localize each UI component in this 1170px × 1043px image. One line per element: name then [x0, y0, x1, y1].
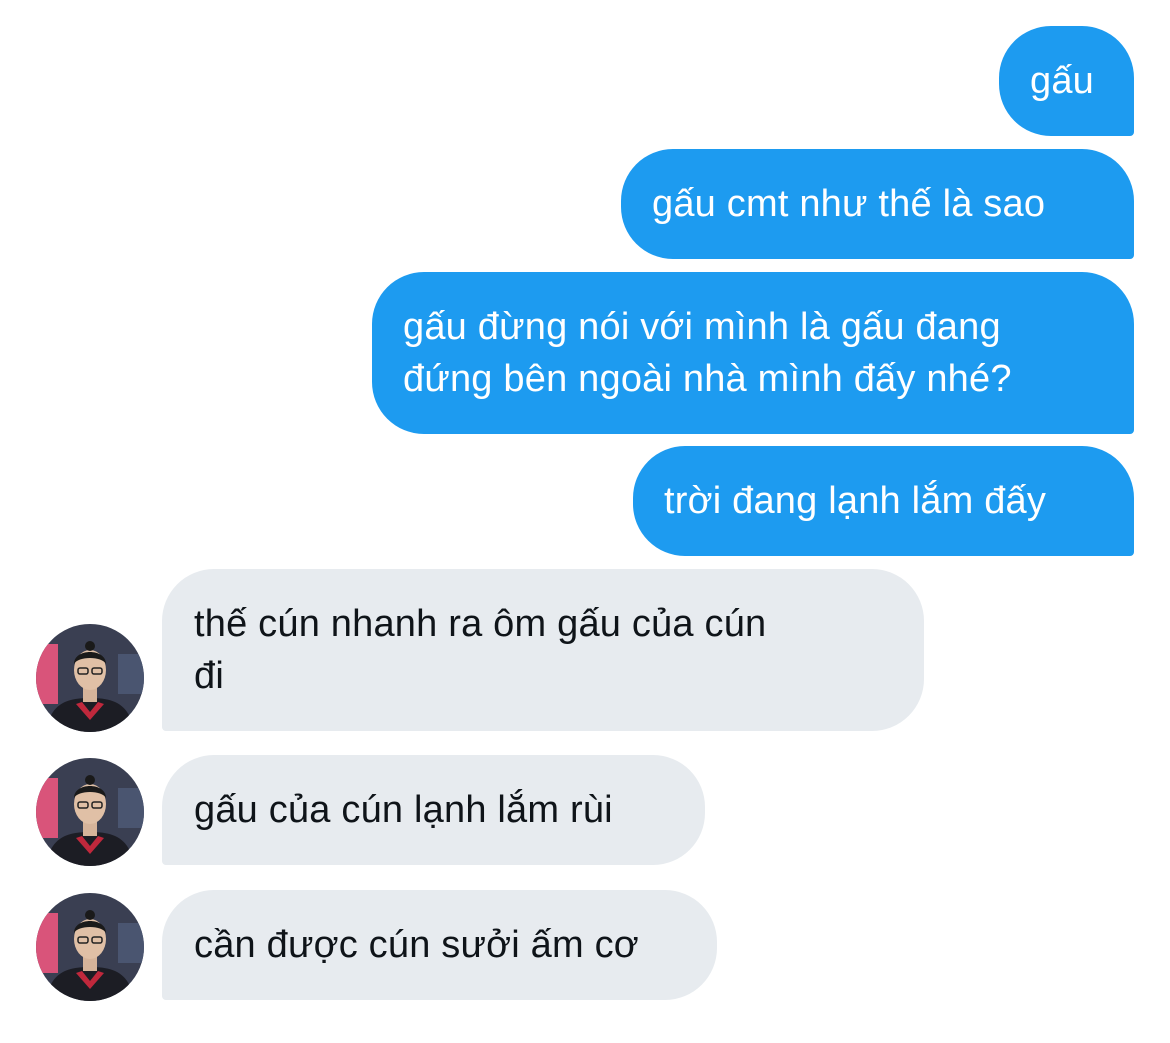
avatar-photo-icon: [36, 893, 144, 1001]
sent-message-bubble[interactable]: gấu cmt như thế là sao: [621, 149, 1134, 259]
received-message-bubble[interactable]: gấu của cún lạnh lắm rùi: [162, 755, 705, 865]
avatar-photo-icon: [36, 624, 144, 732]
contact-avatar[interactable]: [36, 893, 144, 1001]
sent-message-bubble[interactable]: trời đang lạnh lắm đấy: [633, 446, 1134, 556]
received-message-bubble[interactable]: cần được cún sưởi ấm cơ: [162, 890, 717, 1000]
avatar-photo-icon: [36, 758, 144, 866]
sent-message-bubble[interactable]: gấu: [999, 26, 1134, 136]
sent-message-bubble[interactable]: gấu đừng nói với mình là gấu đang đứng b…: [372, 272, 1134, 434]
contact-avatar[interactable]: [36, 624, 144, 732]
contact-avatar[interactable]: [36, 758, 144, 866]
received-message-bubble[interactable]: thế cún nhanh ra ôm gấu của cún đi: [162, 569, 924, 731]
